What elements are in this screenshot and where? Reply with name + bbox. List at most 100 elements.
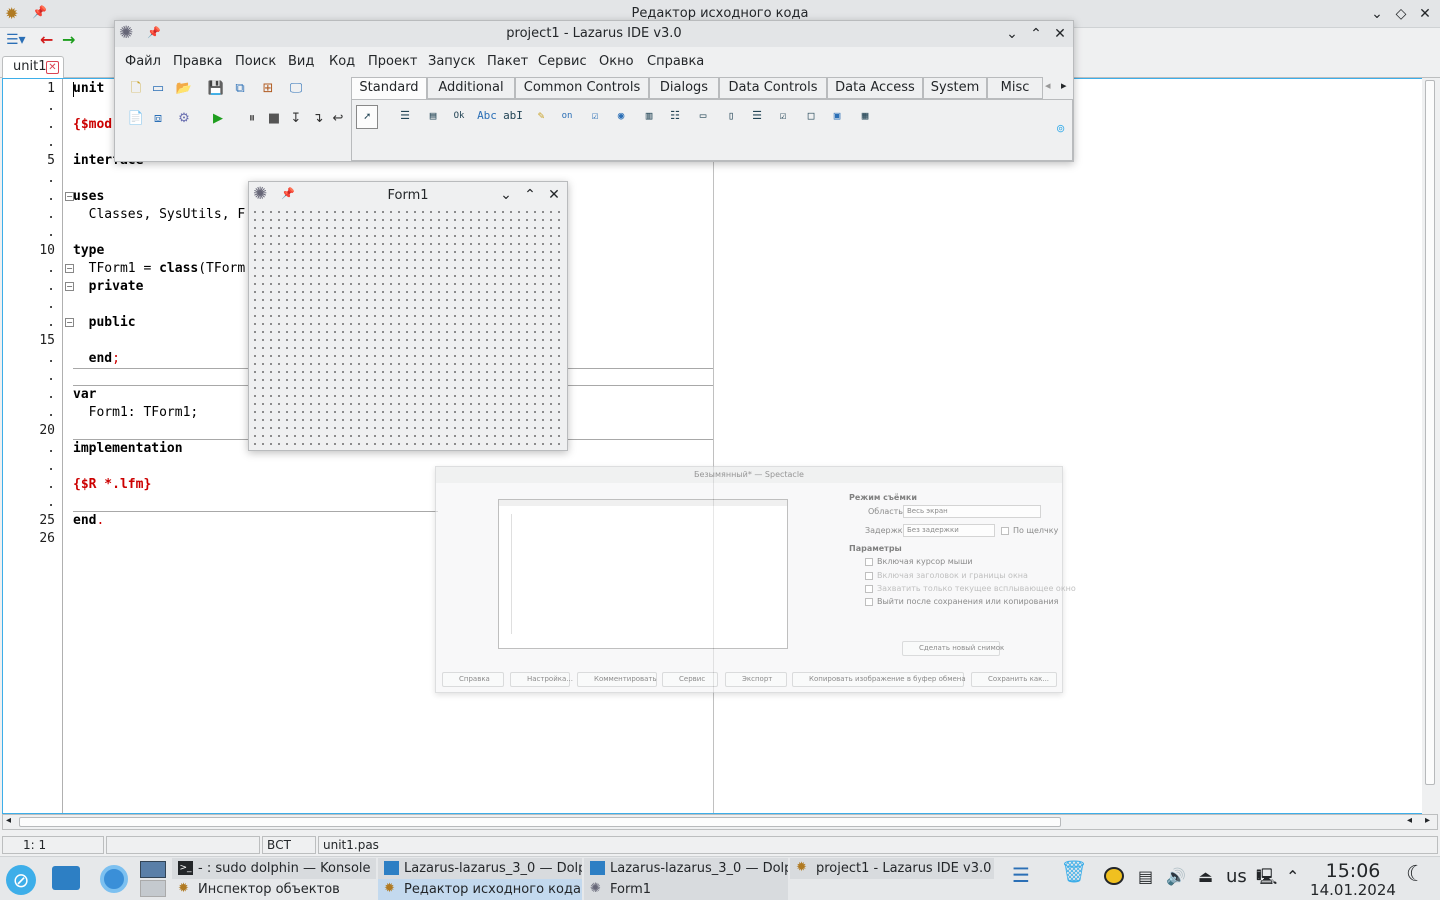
step-into-icon[interactable]: ↧ [287,110,305,128]
frame-icon[interactable]: ▣ [826,105,848,127]
code-editor[interactable]: 1 . . 5 . . . . . 10 . . . . 15 . . . . … [2,78,1438,814]
step-out-icon[interactable]: ↩ [329,110,347,128]
tray-expand-icon[interactable]: ⌃ [1286,867,1299,887]
minimize-button[interactable]: ⌄ [497,186,515,204]
scrollbar-icon[interactable]: ▭ [692,105,714,127]
open-icon[interactable]: 📂 [175,80,193,98]
menu-run[interactable]: Запуск [428,54,476,69]
save-all-icon[interactable]: ⧉ [231,80,249,98]
menu-file[interactable]: Файл [125,54,161,69]
menu-window[interactable]: Окно [599,54,634,69]
edit-icon[interactable]: abI [502,105,524,127]
minimize-button[interactable]: ⌄ [1368,5,1386,23]
volume-icon[interactable]: 🔊 [1166,867,1186,887]
mainmenu-icon[interactable]: ☰ [394,105,416,127]
view-units-icon[interactable]: 🖵 [287,80,305,98]
task-konsole[interactable]: >_ - : sudo dolphin — Konsole [172,858,376,879]
new-unit-icon[interactable]: 🗋 [127,80,145,98]
menu-code[interactable]: Код [329,54,355,69]
clock-time[interactable]: 15:06 [1318,860,1388,882]
panel-icon[interactable]: □ [800,105,822,127]
checkgroup-icon[interactable]: ☑ [772,105,794,127]
save-icon[interactable]: 💾 [207,80,225,98]
tools-button[interactable]: Сервис [662,672,718,687]
save-as-button[interactable]: Сохранить как... [971,672,1057,687]
annotate-button[interactable]: Комментировать [577,672,657,687]
build-icon[interactable]: ⚙ [175,110,193,128]
palette-scroll-left-icon[interactable]: ◂ [1045,79,1051,92]
button-icon[interactable]: Ok [448,105,470,127]
list-icon[interactable]: ☰▾ [6,32,26,48]
maximize-button[interactable]: ◇ [1392,5,1410,23]
new-screenshot-button[interactable]: Сделать новый снимок [902,641,1004,656]
stop-icon[interactable]: ■ [265,110,283,128]
tab-system[interactable]: System [923,77,987,99]
back-arrow-icon[interactable]: ← [40,30,53,49]
tab-data-controls[interactable]: Data Controls [719,77,827,99]
desktop-pager-icon[interactable] [140,861,166,878]
combobox-icon[interactable]: ☷ [664,105,686,127]
settings-button[interactable]: Настройка... [510,672,573,687]
task-source-editor[interactable]: ✹ Редактор исходного кода [378,879,582,900]
listbox-icon[interactable]: ▥ [638,105,660,127]
new-form-icon[interactable]: ▭ [149,80,167,98]
menu-tools[interactable]: Сервис [538,54,587,69]
checkbox-icon[interactable]: ☑ [584,105,606,127]
menu-search[interactable]: Поиск [235,54,276,69]
close-tab-icon[interactable]: ✕ [46,61,59,74]
tab-standard[interactable]: Standard [351,77,427,101]
menu-project[interactable]: Проект [368,54,417,69]
menu-package[interactable]: Пакет [487,54,528,69]
folder-icon[interactable] [52,866,80,890]
step-over-icon[interactable]: ↴ [309,110,327,128]
scroll-left-icon[interactable]: ◂ [1407,815,1412,826]
desktop-pager-icon[interactable] [140,880,166,897]
trash-icon[interactable]: 🗑 [1060,862,1088,884]
popup-checkbox[interactable] [865,585,873,593]
tab-misc[interactable]: Misc [987,77,1043,99]
clock-date[interactable]: 14.01.2024 [1308,881,1398,899]
clipboard-icon[interactable]: ▤ [1138,867,1153,887]
task-object-inspector[interactable]: ✹ Инспектор объектов [172,879,376,900]
keyboard-layout[interactable]: us [1226,867,1247,887]
task-dolphin-1[interactable]: Lazarus-lazarus_3_0 — Dolp... [378,858,582,879]
radiogroup-icon[interactable]: ☰ [746,105,768,127]
on-click-checkbox[interactable] [1001,527,1009,535]
night-mode-icon[interactable]: ☾ [1406,864,1426,886]
label-icon[interactable]: Abc [476,105,498,127]
horizontal-scrollbar[interactable]: ◂ ◂ ▸ [2,814,1438,830]
browser-icon[interactable] [100,865,128,893]
tab-common-controls[interactable]: Common Controls [515,77,649,99]
usb-icon[interactable]: ⏏ [1198,867,1213,887]
popupmenu-icon[interactable]: ▤ [422,105,444,127]
togglebox-icon[interactable]: on [556,105,578,127]
maximize-button[interactable]: ⌃ [521,186,539,204]
pause-icon[interactable]: ⏸ [243,110,261,128]
menu-edit[interactable]: Правка [173,54,222,69]
close-button[interactable]: ✕ [1416,5,1434,23]
help-button[interactable]: Справка [442,672,504,687]
area-select[interactable]: Весь экран [903,505,1041,518]
vertical-scrollbar[interactable] [1422,78,1438,814]
toggle-form-icon[interactable]: ⊞ [259,80,277,98]
copy-clipboard-button[interactable]: Копировать изображение в буфер обмена [792,672,966,687]
maximize-button[interactable]: ⌃ [1027,25,1045,43]
tab-dialogs[interactable]: Dialogs [649,77,719,99]
scrollbar-thumb[interactable] [19,817,1061,827]
groupbox-icon[interactable]: ▯ [720,105,742,127]
view-forms-icon[interactable]: 📄 [127,110,145,128]
close-button[interactable]: ✕ [1051,25,1069,43]
scrollbar-thumb[interactable] [1425,80,1435,785]
form-design-grid[interactable] [251,208,565,449]
memo-icon[interactable]: ✎ [530,105,552,127]
cursor-checkbox[interactable] [865,558,873,566]
notes-icon[interactable] [1104,867,1124,885]
tab-unit1[interactable]: unit1 ✕ [2,56,64,78]
task-form1[interactable]: ✺ Form1 [584,879,788,900]
pointer-tool-icon[interactable]: ➚ [356,105,378,129]
palette-expand-icon[interactable]: ⊚ [1056,122,1065,135]
quit-checkbox[interactable] [865,598,873,606]
app-launcher-icon[interactable]: ⊘ [6,865,36,895]
toggle-view-icon[interactable]: ⧈ [149,110,167,128]
close-button[interactable]: ✕ [545,186,563,204]
